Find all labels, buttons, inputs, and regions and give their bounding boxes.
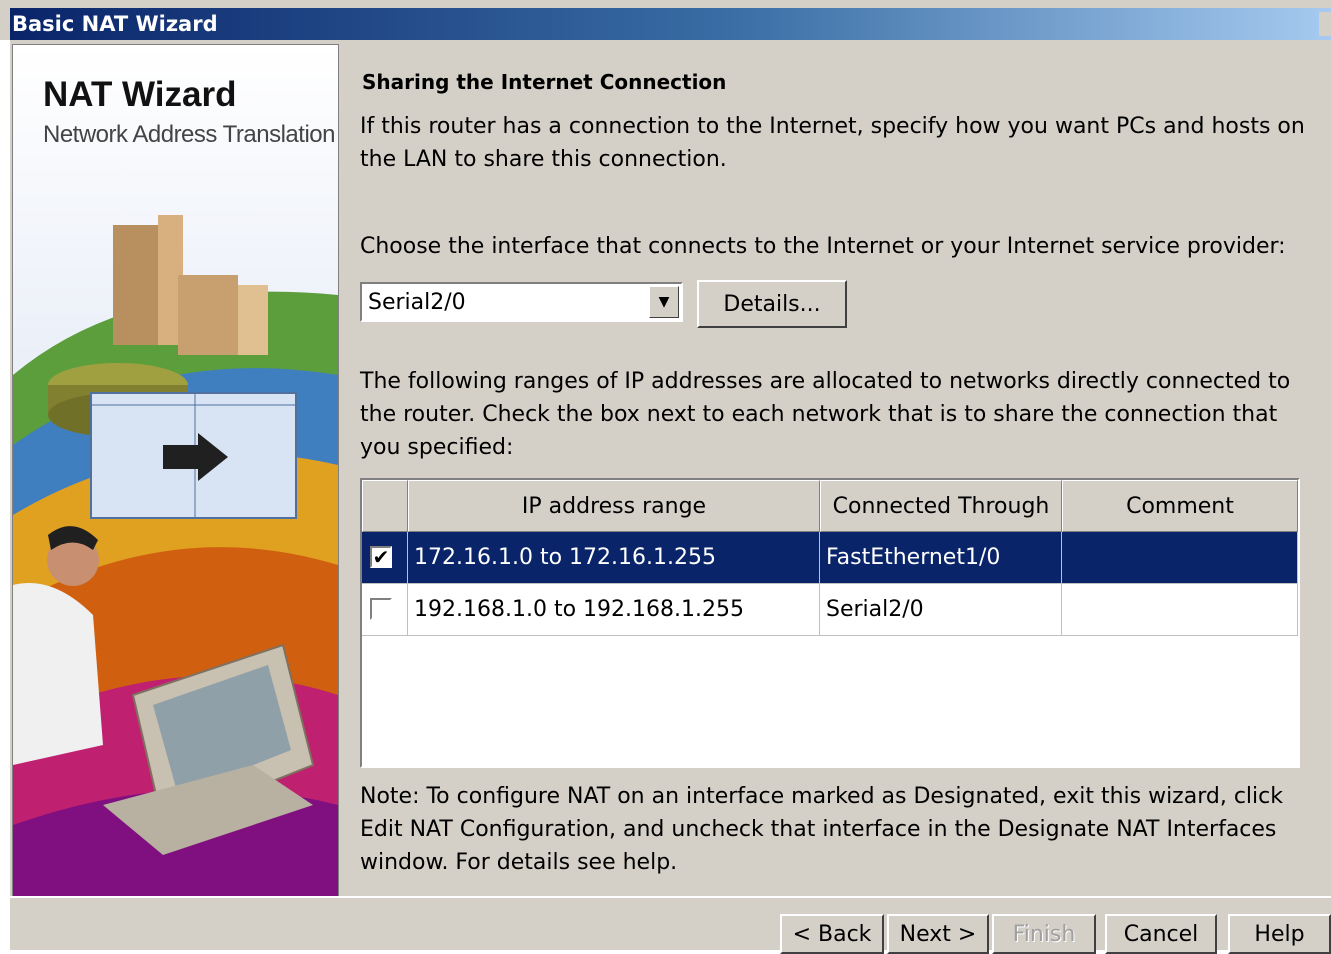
header-comment[interactable]: Comment — [1062, 480, 1298, 532]
title-bar: Basic NAT Wizard — [10, 8, 1331, 40]
ranges-text: The following ranges of IP addresses are… — [360, 369, 1291, 460]
connected-through-cell: FastEthernet1/0 — [820, 532, 1062, 584]
table-header: IP address range Connected Through Comme… — [362, 480, 1298, 532]
next-button[interactable]: Next > — [887, 914, 989, 954]
side-title: NAT Wizard — [43, 75, 237, 114]
comment-cell — [1062, 532, 1298, 584]
ip-range-cell: 172.16.1.0 to 172.16.1.255 — [408, 532, 820, 584]
note-text: Note: To configure NAT on an interface m… — [360, 784, 1283, 875]
connected-through-cell: Serial2/0 — [820, 584, 1062, 636]
ip-range-table: IP address range Connected Through Comme… — [360, 478, 1300, 768]
window-title: Basic NAT Wizard — [12, 12, 218, 36]
finish-button[interactable]: Finish — [992, 914, 1096, 954]
help-button[interactable]: Help — [1228, 914, 1331, 954]
row-checkbox-cell: ✔ — [362, 532, 408, 584]
page-heading: Sharing the Internet Connection — [362, 70, 727, 94]
table-row[interactable]: 192.168.1.0 to 192.168.1.255 Serial2/0 — [362, 584, 1298, 636]
row-checkbox[interactable] — [370, 598, 392, 620]
side-subtitle: Network Address Translation — [43, 121, 335, 148]
header-checkbox-column — [362, 480, 408, 532]
network-illustration-icon — [13, 45, 338, 896]
interface-select-value: Serial2/0 — [368, 290, 466, 315]
choose-interface-label: Choose the interface that connects to th… — [360, 234, 1286, 259]
row-checkbox[interactable]: ✔ — [370, 546, 392, 568]
close-icon[interactable] — [1319, 12, 1331, 36]
header-connected-through[interactable]: Connected Through — [820, 480, 1062, 532]
intro-text: If this router has a connection to the I… — [360, 114, 1305, 172]
wizard-content: Sharing the Internet Connection If this … — [340, 44, 1331, 894]
chevron-down-icon[interactable]: ▼ — [649, 286, 679, 318]
details-button[interactable]: Details... — [697, 280, 847, 328]
wizard-illustration: NAT Wizard Network Address Translation — [12, 44, 339, 897]
interface-select[interactable]: Serial2/0 ▼ — [360, 282, 683, 322]
header-ip-range[interactable]: IP address range — [408, 480, 820, 532]
cancel-button[interactable]: Cancel — [1105, 914, 1217, 954]
nat-wizard-window: Basic NAT Wizard NAT Wizard Network Addr… — [0, 0, 1331, 954]
back-button[interactable]: < Back — [780, 914, 884, 954]
table-row[interactable]: ✔ 172.16.1.0 to 172.16.1.255 FastEtherne… — [362, 532, 1298, 584]
ip-range-cell: 192.168.1.0 to 192.168.1.255 — [408, 584, 820, 636]
row-checkbox-cell — [362, 584, 408, 636]
comment-cell — [1062, 584, 1298, 636]
window-border — [0, 40, 10, 948]
